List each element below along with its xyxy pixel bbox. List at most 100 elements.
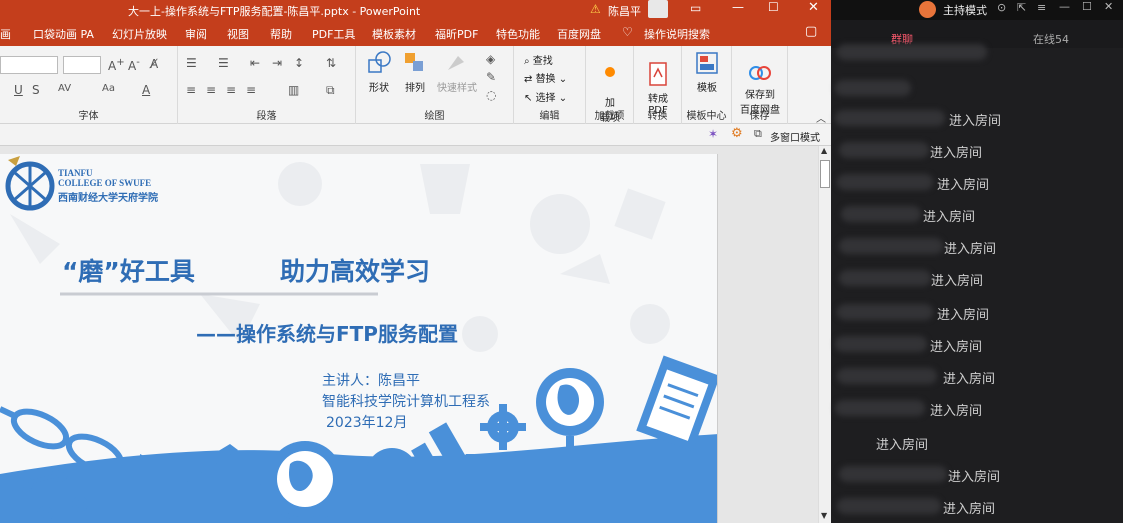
shape-effects-icon[interactable]: ◌ xyxy=(486,88,496,102)
font-color-icon[interactable]: A xyxy=(142,83,150,97)
tab-foxit-pdf[interactable]: 福昕PDF xyxy=(435,26,478,42)
tab-pdf-tools[interactable]: PDF工具 xyxy=(312,26,355,42)
justify-icon[interactable]: ≡ xyxy=(246,83,256,97)
shrink-font-icon[interactable]: A- xyxy=(128,57,140,73)
list-item: 进入房间 xyxy=(948,470,1001,485)
shape-fill-icon[interactable]: ◈ xyxy=(486,52,495,66)
numbering-icon[interactable]: ☰ xyxy=(218,56,229,70)
collapse-ribbon-icon[interactable]: ︿ xyxy=(816,110,826,125)
user-name[interactable]: 陈昌平 xyxy=(608,3,641,19)
tab-template-material[interactable]: 模板素材 xyxy=(372,26,416,42)
strikethrough-icon[interactable]: S xyxy=(32,83,40,97)
tab-pocket-animation[interactable]: 口袋动画 PA xyxy=(33,26,94,42)
align-center-icon[interactable]: ≡ xyxy=(206,83,216,97)
shape-button[interactable]: 形状 xyxy=(364,50,394,94)
tab-review[interactable]: 审阅 xyxy=(185,26,207,42)
smartart-icon[interactable]: ⧉ xyxy=(326,83,335,98)
list-item: 进入房间 xyxy=(876,438,929,453)
underline-icon[interactable]: U xyxy=(14,83,23,97)
powerpoint-window: 大一上-操作系统与FTP服务配置-陈昌平.pptx - PowerPoint ⚠… xyxy=(0,0,831,523)
drawing-group: 形状 排列 快速样式 ◈ ✎ ◌ 绘图 xyxy=(356,46,514,124)
bullets-icon[interactable]: ☰ xyxy=(186,56,197,70)
font-size-box[interactable] xyxy=(63,56,101,74)
list-item: 进入房间 xyxy=(930,146,983,161)
ribbon-display-icon[interactable]: ▭ xyxy=(690,1,701,15)
template-center-label: 模板中心 xyxy=(686,111,727,122)
minimize-icon[interactable]: — xyxy=(1059,0,1070,13)
editing-group-label: 编辑 xyxy=(539,111,560,122)
title-bar: 大一上-操作系统与FTP服务配置-陈昌平.pptx - PowerPoint ⚠… xyxy=(0,0,831,20)
clear-format-icon[interactable]: A̸ xyxy=(150,57,158,71)
slide-area: TIANFU COLLEGE OF SWUFE 西南财经大学天府学院 “磨”好工… xyxy=(0,146,818,523)
warning-icon[interactable]: ⚠ xyxy=(590,2,601,16)
tab-help[interactable]: 帮助 xyxy=(270,26,292,42)
increase-indent-icon[interactable]: ⇥ xyxy=(272,56,282,70)
find-button[interactable]: ⌕ 查找 xyxy=(524,52,553,67)
shape-outline-icon[interactable]: ✎ xyxy=(486,70,496,84)
comment-icon[interactable]: ▢ xyxy=(805,24,817,39)
tab-view[interactable]: 视图 xyxy=(227,26,249,42)
line-spacing-icon[interactable]: ↕ xyxy=(294,56,304,70)
host-mode[interactable]: 主持模式 xyxy=(943,2,987,18)
vertical-scrollbar[interactable]: ▲ ▼ xyxy=(818,146,831,523)
slide[interactable]: TIANFU COLLEGE OF SWUFE 西南财经大学天府学院 “磨”好工… xyxy=(0,154,718,523)
list-item: 进入房间 xyxy=(930,404,983,419)
magic-icon[interactable]: ✶ xyxy=(708,127,718,141)
close-icon[interactable]: ✕ xyxy=(1104,0,1113,13)
menu-icon[interactable]: ≡ xyxy=(1037,1,1046,14)
template-button[interactable]: 模板 xyxy=(688,50,726,94)
ribbon: A+ A- A̸ U S AV Aa A 字体 ☰ ☰ ⇤ ⇥ ↕ ⇅ ≡ ≡ … xyxy=(0,46,831,125)
close-icon[interactable]: ✕ xyxy=(808,0,819,15)
addins-group-label: 加载项 xyxy=(594,111,625,122)
font-name-box[interactable] xyxy=(0,56,58,74)
list-item: 进入房间 xyxy=(937,308,990,323)
save-group-label: 保存 xyxy=(749,111,770,122)
decrease-indent-icon[interactable]: ⇤ xyxy=(250,56,260,70)
ribbon-tabs: 画 口袋动画 PA 幻灯片放映 审阅 视图 帮助 PDF工具 模板素材 福昕PD… xyxy=(0,20,831,46)
maximize-icon[interactable]: ☐ xyxy=(768,0,779,14)
search-tell-me[interactable]: 操作说明搜索 xyxy=(644,26,710,42)
arrange-button[interactable]: 排列 xyxy=(400,50,430,94)
align-left-icon[interactable]: ≡ xyxy=(186,83,196,97)
font-group: A+ A- A̸ U S AV Aa A 字体 xyxy=(0,46,178,124)
multi-window-icon[interactable]: ⧉ xyxy=(754,127,762,141)
replace-button[interactable]: ⇄ 替换 ⌄ xyxy=(524,70,567,85)
addin-button[interactable]: 加 载项 xyxy=(592,52,628,135)
char-spacing-icon[interactable]: AV xyxy=(58,83,71,94)
maximize-icon[interactable]: ☐ xyxy=(1082,0,1092,13)
align-right-icon[interactable]: ≡ xyxy=(226,83,236,97)
tab-online[interactable]: 在线54 xyxy=(1033,31,1069,47)
external-link-icon[interactable]: ⇱ xyxy=(1017,1,1026,14)
grow-font-icon[interactable]: A+ xyxy=(108,57,125,73)
tab-features[interactable]: 特色功能 xyxy=(496,26,540,42)
select-button[interactable]: ↖ 选择 ⌄ xyxy=(524,89,567,104)
addin-icon xyxy=(605,67,615,77)
list-item: 进入房间 xyxy=(949,114,1002,129)
list-item: 进入房间 xyxy=(923,210,976,225)
panel-header: 主持模式 ⊙ ⇱ ≡ — ☐ ✕ xyxy=(831,0,1123,20)
scroll-up-icon[interactable]: ▲ xyxy=(821,146,827,155)
tab-baidu-netdisk[interactable]: 百度网盘 xyxy=(557,26,601,42)
quick-style-button[interactable]: 快速样式 xyxy=(434,50,480,94)
text-direction-icon[interactable]: ⇅ xyxy=(326,56,336,70)
save-group: 保存到 百度网盘 保存 xyxy=(732,46,788,124)
list-item: 进入房间 xyxy=(943,372,996,387)
avatar[interactable] xyxy=(648,0,668,18)
tab-slideshow[interactable]: 幻灯片放映 xyxy=(112,26,167,42)
settings-icon[interactable]: ⊙ xyxy=(997,1,1006,14)
tab-draw[interactable]: 画 xyxy=(0,26,11,42)
convert-group: 转成 PDF 转换 xyxy=(634,46,682,124)
columns-icon[interactable]: ▥ xyxy=(288,83,299,97)
change-case-icon[interactable]: Aa xyxy=(102,83,115,94)
school-name-en-2: COLLEGE OF SWUFE xyxy=(58,178,152,188)
subtitle: ——操作系统与FTP服务配置 xyxy=(196,322,458,346)
settings-icon[interactable]: ⚙ xyxy=(731,126,743,141)
scroll-thumb[interactable] xyxy=(820,160,830,188)
date: 2023年12月 xyxy=(326,415,408,431)
minimize-icon[interactable]: — xyxy=(732,0,744,14)
multi-window-mode[interactable]: 多窗口模式 xyxy=(770,129,820,144)
department: 智能科技学院计算机工程系 xyxy=(322,394,490,410)
scroll-down-icon[interactable]: ▼ xyxy=(821,511,827,520)
host-avatar[interactable] xyxy=(919,1,936,18)
sub-toolbar: ✶ ⚙ ⧉ 多窗口模式 xyxy=(0,124,831,146)
